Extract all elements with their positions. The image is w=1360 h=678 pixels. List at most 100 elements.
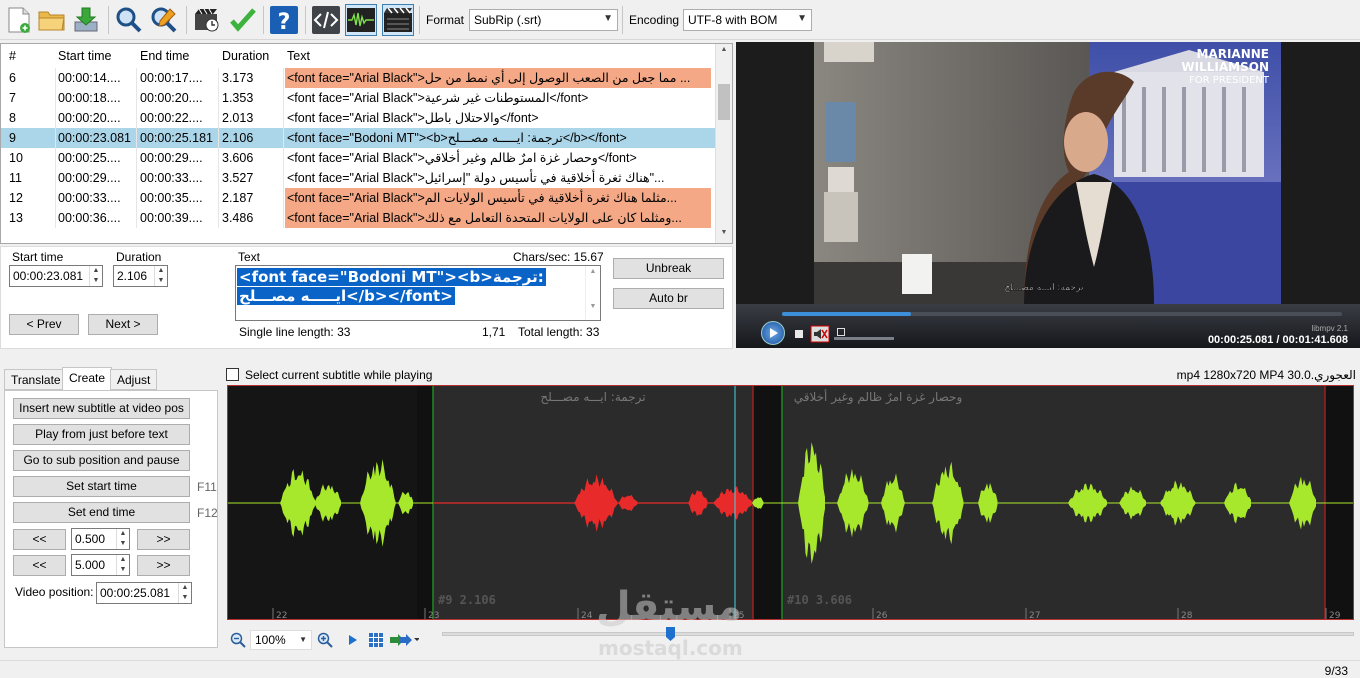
spin-down-icon[interactable]: ▼ [154, 276, 167, 286]
video-player[interactable]: MARIANNE WILLIAMSON FOR PRESIDENT ترجمة:… [736, 42, 1360, 348]
waveform-position-slider[interactable] [442, 632, 1354, 636]
waveform-toggle-icon[interactable] [345, 4, 377, 36]
fullscreen-icon[interactable] [837, 328, 845, 336]
spin-down-icon[interactable]: ▼ [178, 593, 191, 603]
spectrogram-grid-icon[interactable] [368, 632, 384, 648]
start-time-input[interactable]: 00:00:23.081 ▲ ▼ [9, 265, 103, 287]
cell-duration: 2.013 [222, 111, 254, 125]
spin-up-icon[interactable]: ▲ [116, 529, 129, 539]
col-header-text[interactable]: Text [287, 49, 310, 63]
table-row[interactable]: 12 00:00:33.... 00:00:35.... 2.187 <font fac… [1, 188, 717, 208]
col-header-start[interactable]: Start time [58, 49, 112, 63]
table-row[interactable]: 11 00:00:29.... 00:00:33.... 3.527 <font fac… [1, 168, 717, 188]
spin-up-icon[interactable]: ▲ [178, 583, 191, 593]
col-header-duration[interactable]: Duration [222, 49, 269, 63]
table-row[interactable]: 7 00:00:18.... 00:00:20.... 1.353 <font face… [1, 88, 717, 108]
scroll-up-icon[interactable]: ▲ [717, 46, 731, 58]
new-file-icon[interactable] [3, 4, 35, 36]
prev-button[interactable]: < Prev [9, 314, 79, 335]
scroll-down-icon[interactable]: ▼ [717, 229, 731, 241]
scroll-up-icon[interactable]: ▲ [586, 268, 600, 275]
next-button[interactable]: Next > [88, 314, 158, 335]
zoom-select[interactable]: 100% ▼ [250, 630, 312, 650]
play-icon[interactable] [761, 321, 785, 345]
format-select[interactable]: SubRip (.srt) ▼ [469, 9, 618, 31]
next-sub-arrow-icon[interactable] [389, 633, 420, 647]
waveform-canvas[interactable]: ترجمة: ايـــه مصـــلح #9 2.106 وحصار غزة… [228, 386, 1354, 620]
large-step-input[interactable]: 5.000 ▲ ▼ [71, 554, 130, 576]
source-view-icon[interactable] [310, 4, 342, 36]
replace-icon[interactable] [148, 4, 180, 36]
mute-icon[interactable] [810, 325, 830, 343]
col-header-number[interactable]: # [9, 49, 16, 63]
goto-sub-and-pause-button[interactable]: Go to sub position and pause [13, 450, 190, 471]
time-tick-label: 22 [276, 611, 287, 620]
audio-waveform[interactable]: ترجمة: ايـــه مصـــلح #9 2.106 وحصار غزة… [227, 385, 1354, 620]
subtitle-text-editor[interactable]: <font face="Bodoni MT"><b>ترجمة: ايـــــ… [235, 265, 601, 321]
text-label: Text [238, 250, 261, 264]
select-current-checkbox[interactable] [226, 368, 239, 381]
back-large-button[interactable]: << [13, 555, 66, 576]
small-step-input[interactable]: 0.500 ▲ ▼ [71, 528, 130, 550]
time-tick-label: 23 [428, 611, 439, 620]
set-start-time-button[interactable]: Set start time [13, 476, 190, 497]
video-toggle-icon[interactable] [382, 4, 414, 36]
set-end-time-button[interactable]: Set end time [13, 502, 190, 523]
player-controls: libmpv 2.1 00:00:25.081 / 00:01:41.608 [736, 304, 1360, 348]
col-header-end[interactable]: End time [140, 49, 189, 63]
spin-up-icon[interactable]: ▲ [154, 266, 167, 276]
table-row[interactable]: 8 00:00:20.... 00:00:22.... 2.013 <font face… [1, 108, 717, 128]
cell-end-time: 00:00:25.181 [140, 131, 213, 145]
find-icon[interactable] [113, 4, 145, 36]
video-file-info: العجوري.mp4 1280x720 MP4 30.0 [1176, 368, 1356, 382]
tab-translate[interactable]: Translate [4, 369, 68, 390]
table-row[interactable]: 10 00:00:25.... 00:00:29.... 3.606 <font fac… [1, 148, 717, 168]
forward-large-button[interactable]: >> [137, 555, 190, 576]
video-position-input[interactable]: 00:00:25.081 ▲ ▼ [96, 582, 192, 604]
duration-input[interactable]: 2.106 ▲ ▼ [113, 265, 168, 287]
text-scrollbar[interactable]: ▲ ▼ [585, 266, 600, 320]
spin-up-icon[interactable]: ▲ [116, 555, 129, 565]
back-small-button[interactable]: << [13, 529, 66, 550]
seek-bar[interactable] [782, 312, 1342, 316]
insert-at-video-pos-button[interactable]: Insert new subtitle at video pos [13, 398, 190, 419]
zoom-in-icon[interactable] [317, 632, 333, 648]
play-selection-icon[interactable] [348, 634, 358, 646]
cell-start-time: 00:00:18.... [58, 91, 121, 105]
spin-up-icon[interactable]: ▲ [89, 266, 102, 276]
visual-sync-icon[interactable] [191, 4, 223, 36]
spin-down-icon[interactable]: ▼ [116, 539, 129, 549]
volume-slider[interactable] [834, 337, 894, 340]
zoom-out-icon[interactable] [230, 632, 246, 648]
auto-br-button[interactable]: Auto br [613, 288, 724, 309]
subtitle-grid[interactable]: # Start time End time Duration Text 6 00:… [0, 43, 733, 244]
spin-down-icon[interactable]: ▼ [116, 565, 129, 575]
forward-small-button[interactable]: >> [137, 529, 190, 550]
spell-check-icon[interactable] [227, 4, 259, 36]
tab-create[interactable]: Create [62, 367, 113, 391]
overlay-line-1: MARIANNE [1196, 47, 1269, 61]
duration-label: Duration [116, 250, 162, 264]
save-download-icon[interactable] [70, 4, 102, 36]
scroll-down-icon[interactable]: ▼ [586, 303, 600, 310]
help-icon[interactable]: ? [268, 4, 300, 36]
encoding-select[interactable]: UTF-8 with BOM ▼ [683, 9, 812, 31]
table-row[interactable]: 6 00:00:14.... 00:00:17.... 3.173 <font face… [1, 68, 717, 88]
total-length: Total length: 33 [518, 325, 600, 339]
stop-icon[interactable] [795, 330, 803, 338]
spin-down-icon[interactable]: ▼ [89, 276, 102, 286]
tab-adjust[interactable]: Adjust [110, 369, 158, 390]
unbreak-button[interactable]: Unbreak [613, 258, 724, 279]
cell-start-time: 00:00:29.... [58, 171, 121, 185]
table-row[interactable]: 9 00:00:23.081 00:00:25.181 2.106 <font face… [1, 128, 717, 148]
table-row[interactable]: 13 00:00:36.... 00:00:39.... 3.486 <font fac… [1, 208, 717, 228]
scrollbar-thumb[interactable] [718, 84, 730, 120]
play-before-text-button[interactable]: Play from just before text [13, 424, 190, 445]
cell-end-time: 00:00:22.... [140, 111, 203, 125]
open-folder-icon[interactable] [36, 4, 68, 36]
text-line-2: ايـــــه مصـــلح</b></font> [237, 287, 455, 305]
start-time-value: 00:00:23.081 [13, 269, 84, 283]
grid-scrollbar[interactable]: ▲ ▼ [715, 44, 732, 243]
cell-end-time: 00:00:33.... [140, 171, 203, 185]
single-line-length: Single line length: 33 [239, 325, 351, 339]
